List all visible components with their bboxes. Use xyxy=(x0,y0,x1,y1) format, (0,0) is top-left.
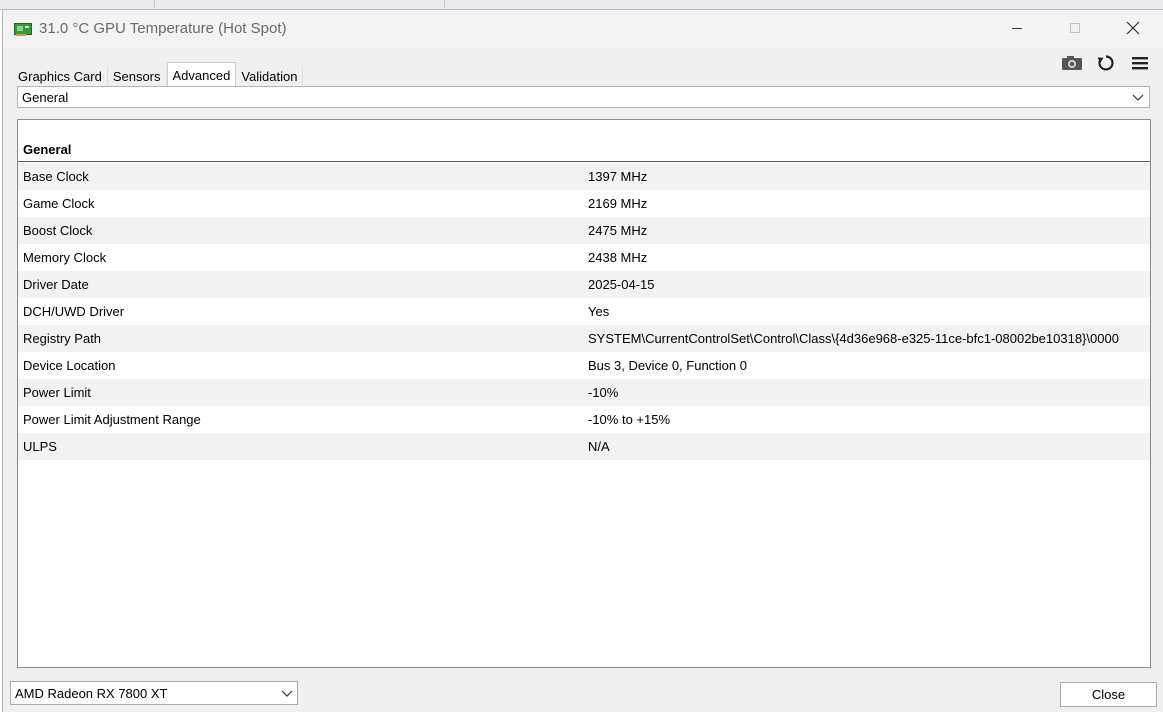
title-bar[interactable]: 31.0 °C GPU Temperature (Hot Spot) xyxy=(3,10,1163,48)
row-key: Boost Clock xyxy=(23,223,93,238)
row-key: Game Clock xyxy=(23,196,95,211)
table-row[interactable]: ULPS N/A xyxy=(18,433,1150,460)
row-value: -10% xyxy=(588,385,619,400)
section-header: General xyxy=(18,142,1150,162)
minimize-icon xyxy=(1012,28,1022,29)
row-value: Bus 3, Device 0, Function 0 xyxy=(588,358,747,373)
category-select-value: General xyxy=(22,90,69,105)
row-key: Registry Path xyxy=(23,331,102,346)
window-title: 31.0 °C GPU Temperature (Hot Spot) xyxy=(39,20,287,37)
row-key: Power Limit xyxy=(23,385,91,400)
screenshot-button[interactable] xyxy=(1060,52,1084,74)
maximize-icon xyxy=(1070,23,1080,33)
tab-advanced[interactable]: Advanced xyxy=(166,62,237,89)
table-row[interactable]: Driver Date 2025-04-15 xyxy=(18,271,1150,298)
row-value: 2438 MHz xyxy=(588,250,648,265)
table-row[interactable]: Boost Clock 2475 MHz xyxy=(18,217,1150,244)
row-value: 1397 MHz xyxy=(588,169,648,184)
tab-strip: Graphics Card Sensors Advanced Validatio… xyxy=(13,54,304,89)
minimize-button[interactable] xyxy=(988,10,1046,46)
tab-validation[interactable]: Validation xyxy=(236,66,304,88)
section-title: General xyxy=(23,142,72,157)
chevron-down-icon xyxy=(281,690,293,697)
graphics-card-icon xyxy=(14,23,32,36)
table-row[interactable]: Power Limit Adjustment Range -10% to +15… xyxy=(18,406,1150,433)
row-key: Device Location xyxy=(23,358,116,373)
advanced-info-panel: General Base Clock 1397 MHz Game Clock 2… xyxy=(17,119,1151,668)
info-rows: Base Clock 1397 MHz Game Clock 2169 MHz … xyxy=(18,163,1150,460)
tab-graphics-card[interactable]: Graphics Card xyxy=(13,66,108,88)
row-value: 2025-04-15 xyxy=(588,277,655,292)
row-value: 2475 MHz xyxy=(588,223,648,238)
row-value: Yes xyxy=(588,304,610,319)
close-window-button[interactable] xyxy=(1104,10,1162,46)
row-key: Power Limit Adjustment Range xyxy=(23,412,201,427)
background-tab-edge xyxy=(444,0,445,8)
maximize-button[interactable] xyxy=(1046,10,1104,46)
table-row[interactable]: Registry Path SYSTEM\CurrentControlSet\C… xyxy=(18,325,1150,352)
table-row[interactable]: Memory Clock 2438 MHz xyxy=(18,244,1150,271)
refresh-button[interactable] xyxy=(1094,52,1118,74)
chevron-down-icon xyxy=(1132,94,1144,101)
table-row[interactable]: DCH/UWD Driver Yes xyxy=(18,298,1150,325)
category-select[interactable]: General xyxy=(17,86,1150,108)
gpu-select[interactable]: AMD Radeon RX 7800 XT xyxy=(10,681,298,705)
gpu-z-window: 31.0 °C GPU Temperature (Hot Spot) Graph… xyxy=(2,9,1163,712)
row-key: Driver Date xyxy=(23,277,89,292)
camera-icon xyxy=(1062,56,1082,70)
menu-button[interactable] xyxy=(1128,52,1152,74)
row-key: ULPS xyxy=(23,439,57,454)
table-row[interactable]: Base Clock 1397 MHz xyxy=(18,163,1150,190)
table-row[interactable]: Game Clock 2169 MHz xyxy=(18,190,1150,217)
close-icon xyxy=(1126,21,1140,35)
background-tab-edge xyxy=(154,0,155,8)
table-row[interactable]: Device Location Bus 3, Device 0, Functio… xyxy=(18,352,1150,379)
row-value: N/A xyxy=(588,439,610,454)
gpu-select-value: AMD Radeon RX 7800 XT xyxy=(15,686,168,701)
row-value: -10% to +15% xyxy=(588,412,671,427)
close-button[interactable]: Close xyxy=(1060,682,1157,707)
row-key: DCH/UWD Driver xyxy=(23,304,125,319)
row-value: SYSTEM\CurrentControlSet\Control\Class\{… xyxy=(588,331,1119,346)
tab-sensors[interactable]: Sensors xyxy=(107,66,167,88)
row-value: 2169 MHz xyxy=(588,196,648,211)
refresh-icon xyxy=(1097,55,1114,71)
table-row[interactable]: Power Limit -10% xyxy=(18,379,1150,406)
row-key: Memory Clock xyxy=(23,250,107,265)
row-key: Base Clock xyxy=(23,169,89,184)
menu-icon xyxy=(1132,57,1148,70)
